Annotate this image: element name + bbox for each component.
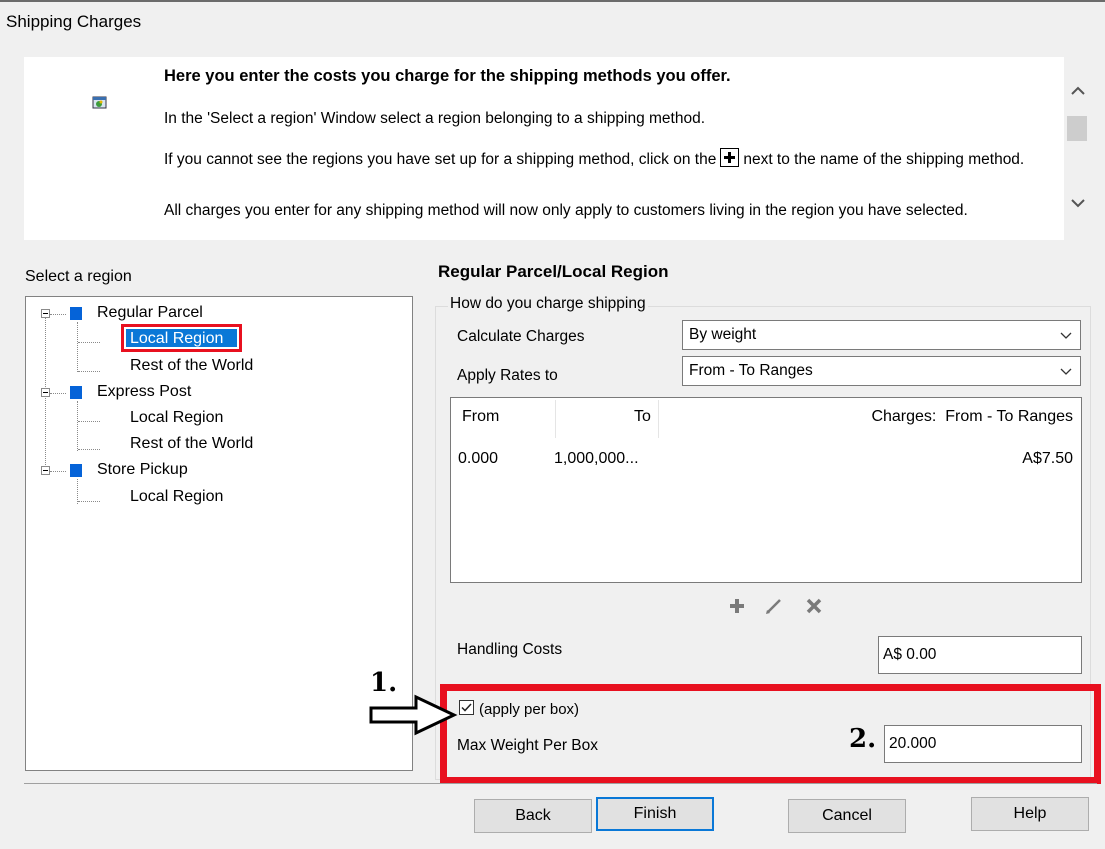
checkmark-icon bbox=[461, 703, 472, 712]
apply-rates-select[interactable]: From - To Ranges bbox=[682, 356, 1081, 386]
window-top-border bbox=[0, 0, 1105, 2]
column-header-from[interactable]: From bbox=[462, 408, 499, 426]
tree-node-regular-parcel[interactable]: Regular Parcel bbox=[97, 304, 203, 322]
info-line-2: If you cannot see the regions you have s… bbox=[164, 148, 1044, 168]
tree-connector bbox=[78, 449, 100, 450]
calculate-charges-value: By weight bbox=[689, 326, 757, 343]
annotation-2: 2. bbox=[849, 724, 877, 754]
region-tree: Regular Parcel Local Region Rest of the … bbox=[25, 296, 413, 771]
handling-costs-input[interactable]: A$ 0.00 bbox=[878, 636, 1082, 674]
apply-rates-value: From - To Ranges bbox=[689, 362, 813, 379]
tree-connector bbox=[50, 471, 66, 472]
back-button[interactable]: Back bbox=[474, 799, 592, 833]
help-button[interactable]: Help bbox=[971, 797, 1089, 831]
collapse-toggle-icon[interactable] bbox=[41, 466, 50, 475]
add-plus-icon[interactable] bbox=[729, 598, 745, 614]
cell-from[interactable]: 0.000 bbox=[458, 450, 498, 468]
column-separator bbox=[555, 400, 556, 438]
tree-node-rest-of-world[interactable]: Rest of the World bbox=[130, 357, 253, 375]
cancel-button[interactable]: Cancel bbox=[788, 799, 906, 833]
collapse-toggle-icon[interactable] bbox=[41, 309, 50, 318]
method-folder-icon bbox=[70, 307, 82, 320]
tree-connector bbox=[77, 401, 78, 451]
tree-node-local-region[interactable]: Local Region bbox=[130, 409, 223, 427]
group-label: How do you charge shipping bbox=[448, 295, 648, 313]
footer-separator bbox=[24, 783, 1097, 784]
scroll-down-arrow-icon[interactable] bbox=[1067, 192, 1089, 214]
info-line-3: All charges you enter for any shipping m… bbox=[164, 202, 968, 219]
wizard-icon bbox=[92, 96, 107, 109]
info-line-2-before: If you cannot see the regions you have s… bbox=[164, 151, 717, 168]
max-weight-input[interactable]: 20.000 bbox=[884, 725, 1082, 763]
delete-x-icon[interactable] bbox=[806, 598, 822, 614]
tree-connector bbox=[78, 501, 100, 502]
apply-per-box-label[interactable]: (apply per box) bbox=[479, 701, 579, 718]
handling-costs-label: Handling Costs bbox=[457, 641, 563, 658]
tree-connector bbox=[78, 342, 100, 343]
tree-node-rest-of-world[interactable]: Rest of the World bbox=[130, 435, 253, 453]
calculate-charges-label: Calculate Charges bbox=[457, 328, 585, 345]
scroll-up-arrow-icon[interactable] bbox=[1067, 80, 1089, 102]
info-panel: Here you enter the costs you charge for … bbox=[24, 57, 1064, 240]
column-header-charges[interactable]: Charges: From - To Ranges bbox=[871, 408, 1073, 426]
scrollbar-thumb[interactable] bbox=[1067, 116, 1087, 141]
window-title: Shipping Charges bbox=[6, 12, 142, 31]
max-weight-label: Max Weight Per Box bbox=[457, 737, 598, 754]
rates-table[interactable]: From To Charges: From - To Ranges 0.000 … bbox=[450, 397, 1082, 583]
annotation-arrow-icon bbox=[369, 694, 458, 736]
cell-to[interactable]: 1,000,000... bbox=[554, 450, 639, 468]
calculate-charges-select[interactable]: By weight bbox=[682, 320, 1081, 350]
info-heading: Here you enter the costs you charge for … bbox=[164, 67, 731, 85]
info-line-1: In the 'Select a region' Window select a… bbox=[164, 110, 706, 127]
finish-button[interactable]: Finish bbox=[596, 797, 714, 831]
tree-connector bbox=[78, 371, 100, 372]
method-folder-icon bbox=[70, 464, 82, 477]
apply-per-box-checkbox[interactable] bbox=[459, 700, 474, 715]
tree-node-store-pickup[interactable]: Store Pickup bbox=[97, 461, 188, 479]
tree-node-label: Local Region bbox=[126, 329, 237, 347]
info-line-2-after: next to the name of the shipping method. bbox=[743, 151, 1025, 168]
expand-plus-icon bbox=[720, 148, 740, 167]
edit-pencil-icon[interactable] bbox=[765, 597, 783, 615]
tree-node-local-region-selected[interactable]: Local Region bbox=[121, 324, 242, 352]
chevron-down-icon bbox=[1060, 332, 1072, 339]
column-header-to[interactable]: To bbox=[634, 408, 651, 426]
tree-connector bbox=[77, 322, 78, 372]
apply-rates-label: Apply Rates to bbox=[457, 367, 558, 384]
collapse-toggle-icon[interactable] bbox=[41, 388, 50, 397]
tree-connector bbox=[50, 314, 66, 315]
cell-charge[interactable]: A$7.50 bbox=[1022, 450, 1073, 468]
select-region-label: Select a region bbox=[25, 268, 132, 285]
method-folder-icon bbox=[70, 386, 82, 399]
chevron-down-icon bbox=[1060, 368, 1072, 375]
tree-connector bbox=[50, 393, 66, 394]
tree-node-local-region[interactable]: Local Region bbox=[130, 488, 223, 506]
column-separator bbox=[658, 400, 659, 438]
tree-connector bbox=[78, 421, 100, 422]
detail-title: Regular Parcel/Local Region bbox=[438, 262, 669, 281]
tree-node-express-post[interactable]: Express Post bbox=[97, 383, 191, 401]
